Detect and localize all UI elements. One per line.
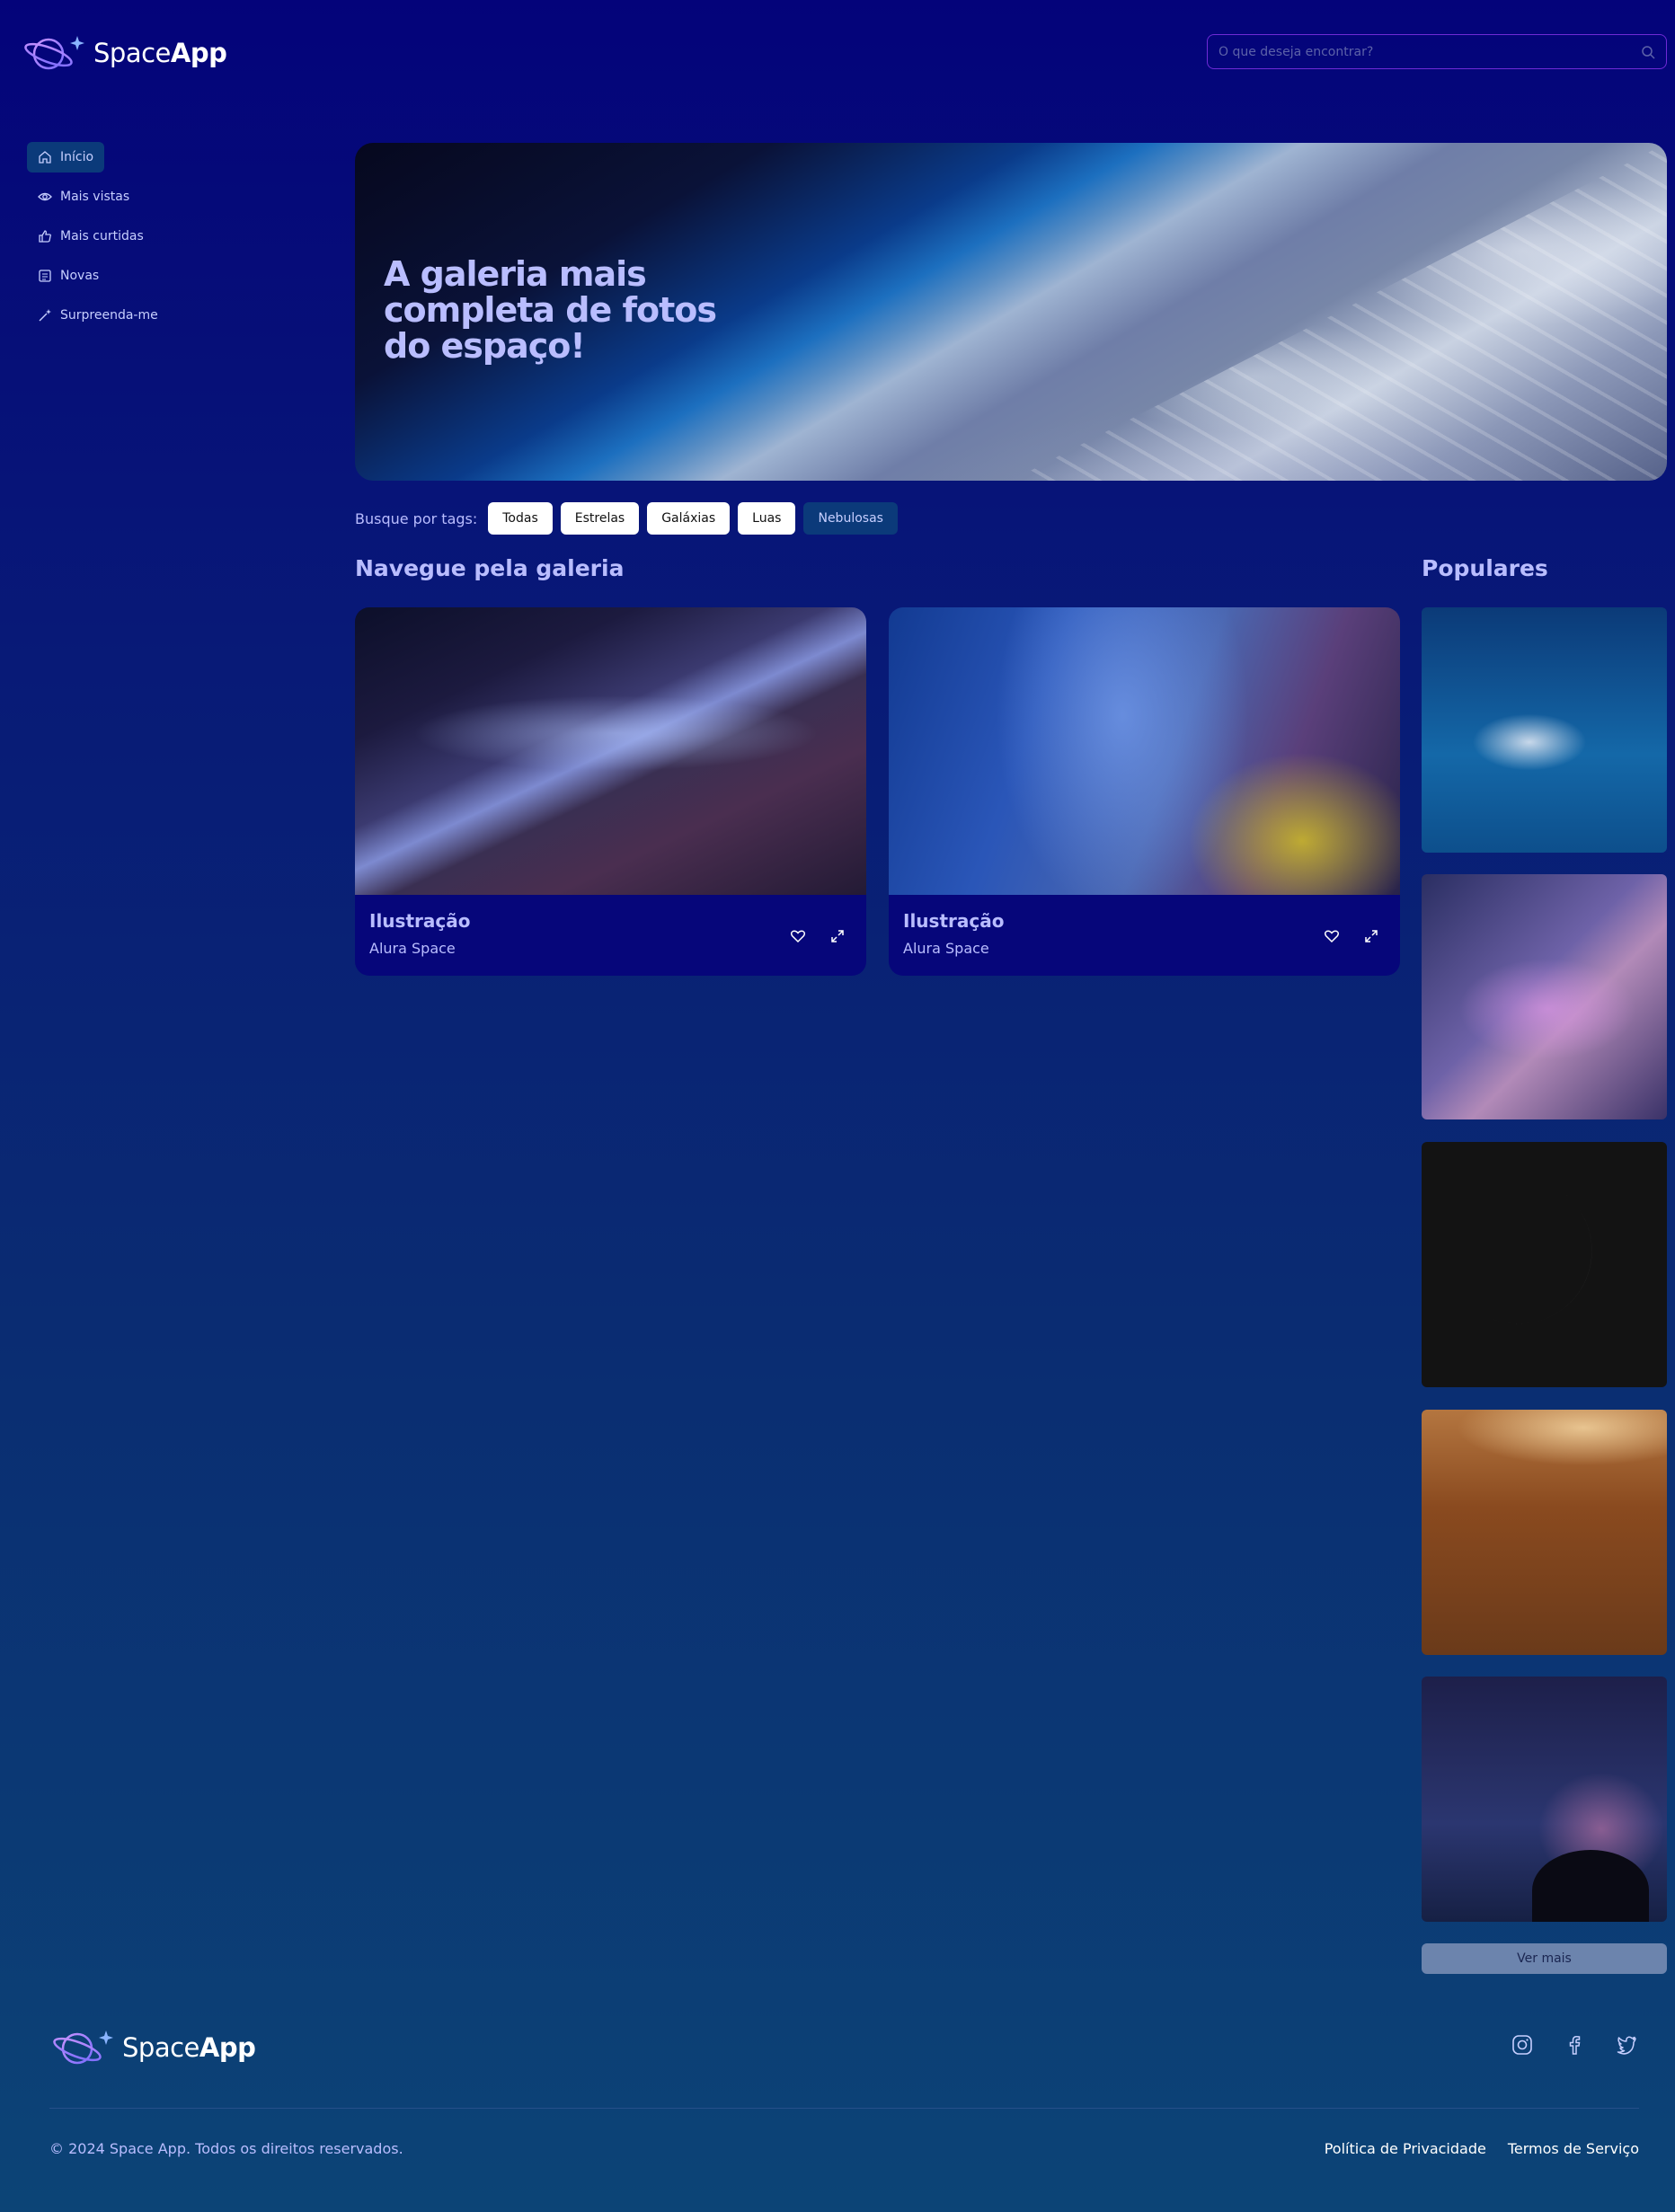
card-title: Ilustração (369, 910, 471, 932)
brand-name: SpaceApp (122, 2032, 256, 2063)
thumbs-up-icon (39, 230, 51, 243)
tag-filter-label: Busque por tags: (355, 509, 478, 527)
see-more-button[interactable]: Ver mais (1422, 1943, 1667, 1974)
copyright-text: © 2024 Space App. Todos os direitos rese… (49, 2140, 403, 2157)
search-box[interactable] (1207, 34, 1667, 69)
sidebar-item-mais-vistas[interactable]: Mais vistas (27, 181, 140, 212)
gallery-title: Navegue pela galeria (355, 555, 625, 581)
popular-image[interactable] (1422, 1677, 1667, 1922)
footer-logo[interactable]: SpaceApp (52, 2027, 256, 2068)
popular-image[interactable] (1422, 1142, 1667, 1387)
tag-todas[interactable]: Todas (488, 502, 553, 535)
brand-name: SpaceApp (93, 38, 227, 68)
sidebar-item-label: Novas (60, 269, 100, 283)
moon-illustration (1490, 1183, 1592, 1324)
tag-nebulosas[interactable]: Nebulosas (803, 502, 898, 535)
gallery-card[interactable]: Ilustração Alura Space (889, 607, 1400, 976)
tag-estrelas[interactable]: Estrelas (560, 502, 640, 535)
logo[interactable]: SpaceApp (23, 32, 227, 74)
search-icon[interactable] (1641, 45, 1655, 59)
card-actions (1323, 927, 1380, 945)
expand-icon[interactable] (829, 927, 846, 945)
card-title: Ilustração (903, 910, 1005, 932)
planet-logo-icon (24, 36, 84, 70)
sidebar-item-label: Início (60, 150, 94, 164)
heart-icon[interactable] (1323, 927, 1341, 945)
gallery-card[interactable]: Ilustração Alura Space (355, 607, 866, 976)
card-actions (789, 927, 846, 945)
terms-of-service-link[interactable]: Termos de Serviço (1508, 2140, 1639, 2157)
popular-image[interactable] (1422, 1410, 1667, 1655)
header: SpaceApp (0, 0, 1675, 108)
sidebar-item-label: Surpreenda-me (60, 308, 158, 323)
footer: SpaceApp © 2024 Space App. Todos os dire… (0, 2004, 1675, 2212)
popular-title: Populares (1422, 555, 1548, 581)
newspaper-icon (39, 270, 51, 282)
planet-logo-icon (53, 2031, 113, 2065)
sidebar-item-label: Mais curtidas (60, 229, 144, 243)
card-author: Alura Space (369, 940, 456, 957)
footer-links: Política de Privacidade Termos de Serviç… (1325, 2140, 1639, 2157)
sidebar-item-label: Mais vistas (60, 190, 130, 204)
eye-icon (38, 192, 52, 201)
tree-silhouette (1532, 1850, 1649, 1922)
sidebar-item-surpreenda-me[interactable]: Surpreenda-me (27, 300, 169, 331)
gallery-card-footer: Ilustração Alura Space (889, 895, 1400, 976)
tag-filter: Busque por tags: Todas Estrelas Galáxias… (355, 502, 898, 535)
tag-galaxias[interactable]: Galáxias (647, 502, 731, 535)
sparkle-wand-icon (39, 309, 51, 322)
search-input[interactable] (1219, 44, 1641, 59)
twitter-icon[interactable] (1616, 2034, 1637, 2056)
home-icon (39, 151, 51, 164)
gallery-card-footer: Ilustração Alura Space (355, 895, 866, 976)
footer-divider (49, 2108, 1639, 2109)
privacy-policy-link[interactable]: Política de Privacidade (1325, 2140, 1486, 2157)
card-author: Alura Space (903, 940, 989, 957)
sidebar-item-mais-curtidas[interactable]: Mais curtidas (27, 221, 155, 252)
facebook-icon[interactable] (1564, 2034, 1585, 2056)
gallery-card-image[interactable] (889, 607, 1400, 895)
popular-image[interactable] (1422, 607, 1667, 853)
gallery-card-image[interactable] (355, 607, 866, 895)
sidebar-item-novas[interactable]: Novas (27, 261, 110, 291)
expand-icon[interactable] (1362, 927, 1380, 945)
instagram-icon[interactable] (1511, 2034, 1533, 2056)
hero-title: A galeria mais completa de fotos do espa… (384, 254, 717, 366)
hero-banner: A galeria mais completa de fotos do espa… (355, 143, 1667, 481)
sidebar-item-inicio[interactable]: Início (27, 142, 105, 173)
social-links (1511, 2034, 1637, 2056)
tag-luas[interactable]: Luas (738, 502, 796, 535)
sidebar-nav: Início Mais vistas Mais curtidas Novas S… (27, 142, 261, 340)
popular-image[interactable] (1422, 874, 1667, 1119)
heart-icon[interactable] (789, 927, 807, 945)
